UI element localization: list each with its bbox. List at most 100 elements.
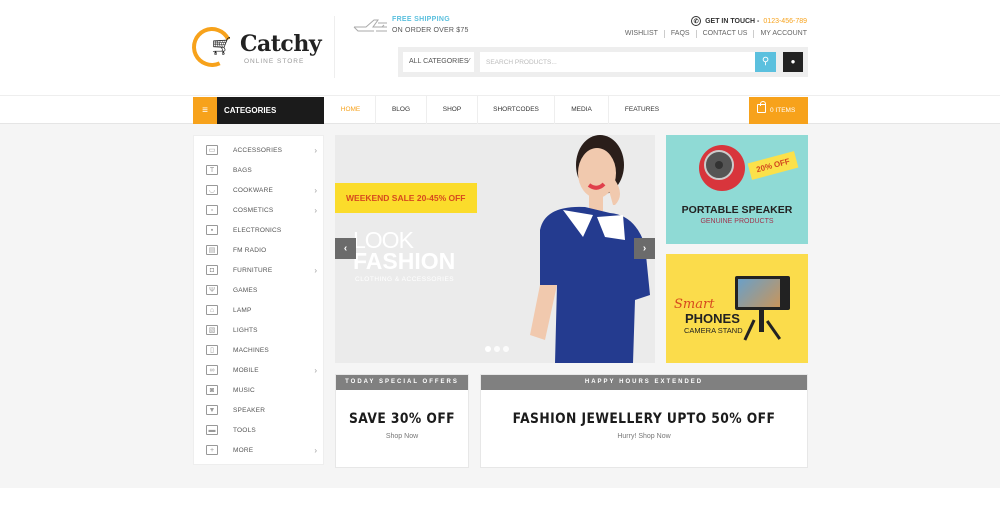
site-logo[interactable]: 🛒︎ Catchy ONLINE STORE [186, 21, 322, 73]
categories-toggle[interactable]: ≡ CATEGORIES [193, 97, 324, 124]
search-button[interactable]: ⚲ [755, 52, 776, 72]
banner-title: PHONES [685, 311, 740, 326]
sidebar-item-label: LIGHTS [233, 326, 258, 334]
sidebar-item-cookware[interactable]: ◡ COOKWARE › [194, 180, 325, 200]
sale-tag: WEEKEND SALE 20-45% OFF [335, 183, 477, 213]
sidebar-item-label: MUSIC [233, 386, 255, 394]
monitor-icon: ▭ [206, 145, 218, 155]
category-select[interactable]: ALL CATEGORIES⁄ [403, 52, 474, 72]
sidebar-item-lights[interactable]: ▧ LIGHTS [194, 320, 325, 340]
tripod-leg [765, 320, 782, 340]
header-divider [334, 16, 335, 78]
sidebar-item-fm-radio[interactable]: ▤ FM RADIO [194, 240, 325, 260]
link-wishlist[interactable]: WISHLIST [619, 30, 664, 38]
sidebar-item-accessories[interactable]: ▭ ACCESSORIES › [194, 140, 325, 160]
sidebar-item-label: COOKWARE [233, 186, 274, 194]
sidebar-item-speaker[interactable]: ▼ SPEAKER [194, 400, 325, 420]
wallet-icon: ▫ [206, 205, 218, 215]
cart-button[interactable]: 0 ITEMS [749, 97, 808, 124]
nav-features[interactable]: FEATURES [609, 96, 675, 124]
earbuds-icon: ∞ [206, 365, 218, 375]
search-input[interactable] [480, 52, 756, 72]
chevron-right-icon: › [314, 365, 317, 375]
nav-blog[interactable]: BLOG [376, 96, 427, 124]
shopping-bag-icon [757, 101, 766, 113]
slider-subline: CLOTHING & ACCESSORIES [355, 276, 455, 283]
sidebar-item-label: BAGS [233, 166, 252, 174]
logo-name: Catchy [240, 31, 322, 57]
sidebar-item-label: COSMETICS [233, 206, 274, 214]
sidebar-item-mobile[interactable]: ∞ MOBILE › [194, 360, 325, 380]
main-nav: ≡ CATEGORIES HOME BLOG SHOP SHORTCODES M… [0, 95, 1000, 124]
chevron-right-icon: › [642, 243, 647, 254]
slider-prev-button[interactable]: ‹ [335, 238, 356, 259]
banner-portable-speaker[interactable]: 20% OFF PORTABLE SPEAKER GENUINE PRODUCT… [666, 135, 808, 244]
shipping-subtitle: ON ORDER OVER $75 [392, 27, 469, 34]
sidebar-item-music[interactable]: ◙ MUSIC [194, 380, 325, 400]
slider-headline-2: FASHION [353, 248, 456, 274]
contact-phone[interactable]: 0123-456-789 [763, 18, 807, 25]
link-faqs[interactable]: FAQS [663, 30, 696, 38]
sidebar-item-label: MORE [233, 446, 254, 454]
nav-menu: HOME BLOG SHOP SHORTCODES MEDIA FEATURES [326, 96, 675, 124]
sidebar-item-tools[interactable]: ▬ TOOLS [194, 420, 325, 440]
offer-card: TODAY SPECIAL OFFERS SAVE 30% OFF Shop N… [335, 374, 469, 468]
chevron-right-icon: › [314, 185, 317, 195]
lamp-stand-icon: Ψ [206, 285, 218, 295]
sidebar-item-machines[interactable]: ▯ MACHINES [194, 340, 325, 360]
sidebar-item-label: MACHINES [233, 346, 269, 354]
chevron-right-icon: › [314, 205, 317, 215]
chevron-right-icon: › [314, 445, 317, 455]
appliance-icon: ▪ [206, 225, 218, 235]
sidebar-item-lamp[interactable]: ⌂ LAMP [194, 300, 325, 320]
main-content: ▭ ACCESSORIES › T BAGS ◡ COOKWARE › ▫ COSMETICS › ▪… [0, 124, 1000, 488]
search-icon: ⚲ [761, 56, 770, 67]
offer-link[interactable]: Shop Now [336, 433, 468, 440]
account-button[interactable]: ● [783, 52, 803, 72]
nav-media[interactable]: MEDIA [555, 96, 609, 124]
sidebar-item-games[interactable]: Ψ GAMES [194, 280, 325, 300]
search-bar: ALL CATEGORIES⁄ ⚲ ● [398, 47, 808, 77]
slider-next-button[interactable]: › [634, 238, 655, 259]
chevron-right-icon: › [314, 265, 317, 275]
link-contact-us[interactable]: CONTACT US [695, 30, 754, 38]
sidebar-item-electronics[interactable]: ▪ ELECTRONICS [194, 220, 325, 240]
link-my-account[interactable]: MY ACCOUNT [753, 30, 807, 38]
sofa-icon: ▤ [206, 245, 218, 255]
slider-dot[interactable] [503, 346, 509, 352]
banner-subtitle: GENUINE PRODUCTS [700, 218, 774, 225]
hairdryer-icon: ▼ [206, 405, 218, 415]
category-select-value: ALL CATEGORIES [409, 58, 469, 65]
sidebar-item-label: ACCESSORIES [233, 146, 283, 154]
chevron-down-icon: ⁄ [468, 58, 470, 65]
sidebar-item-furniture[interactable]: ◘ FURNITURE › [194, 260, 325, 280]
nav-shop[interactable]: SHOP [427, 96, 478, 124]
phone-image [735, 276, 790, 310]
toolbox-icon: ▬ [206, 425, 218, 435]
flashlight-icon: ▯ [206, 345, 218, 355]
banner-title: PORTABLE SPEAKER [681, 204, 793, 216]
banner-script: Smart [674, 297, 715, 312]
pot-icon: ◡ [206, 185, 218, 195]
sidebar-item-bags[interactable]: T BAGS [194, 160, 325, 180]
nav-shortcodes[interactable]: SHORTCODES [478, 96, 555, 124]
sidebar-item-label: TOOLS [233, 426, 256, 434]
offer-header: HAPPY HOURS EXTENDED [481, 375, 807, 390]
shipping-title: FREE SHIPPING [392, 16, 450, 23]
sidebar-item-label: SPEAKER [233, 406, 266, 414]
nav-home[interactable]: HOME [326, 96, 376, 124]
slider-dot[interactable] [494, 346, 500, 352]
sidebar-item-cosmetics[interactable]: ▫ COSMETICS › [194, 200, 325, 220]
hamburger-icon: ≡ [193, 97, 217, 124]
ceiling-lamp-icon: ⌂ [206, 305, 218, 315]
banner-subtitle: CAMERA STAND [684, 326, 743, 335]
categories-title: CATEGORIES [224, 106, 277, 115]
banner-smart-phones[interactable]: Smart PHONES CAMERA STAND [666, 254, 808, 363]
category-sidebar: ▭ ACCESSORIES › T BAGS ◡ COOKWARE › ▫ COSMETICS › ▪… [193, 135, 324, 465]
sidebar-item-more[interactable]: + MORE › [194, 440, 325, 460]
slider-dot[interactable] [485, 346, 491, 352]
sidebar-item-label: LAMP [233, 306, 252, 314]
chevron-left-icon: ‹ [343, 243, 348, 254]
slider-dots [485, 346, 509, 352]
offer-link[interactable]: Hurry! Shop Now [481, 433, 807, 440]
